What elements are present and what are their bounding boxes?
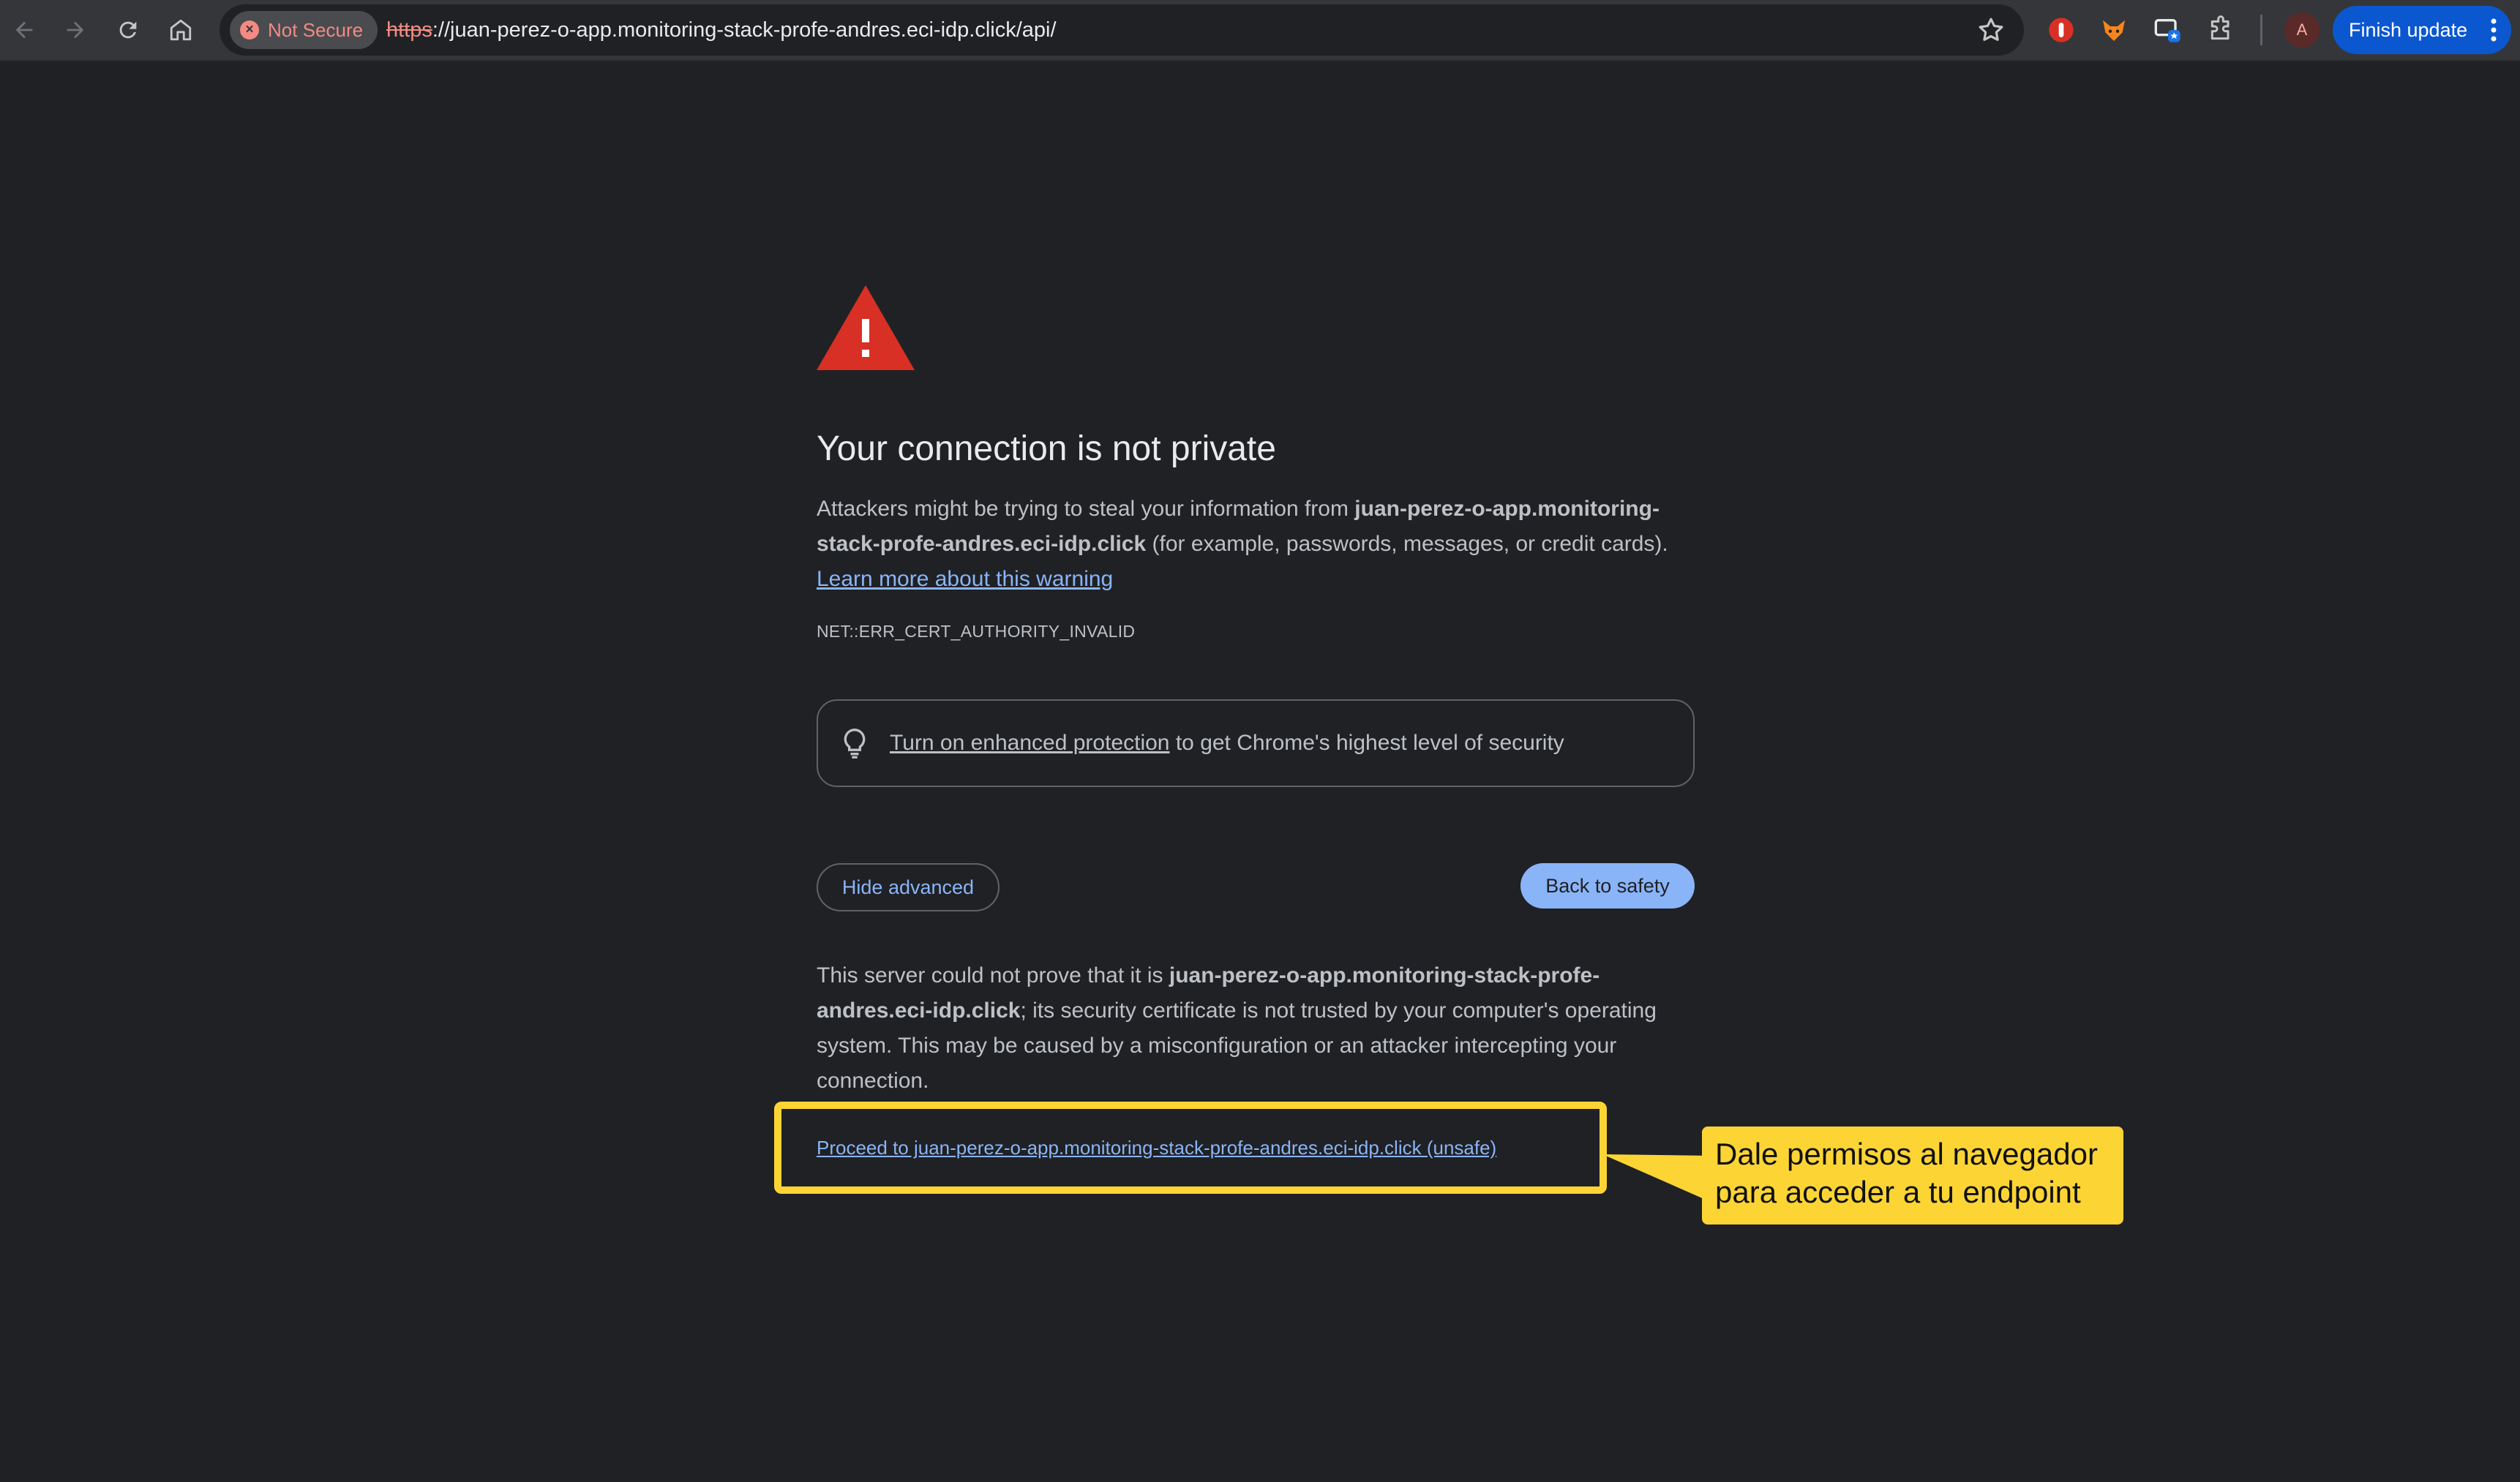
warning-paragraph: Attackers might be trying to steal your …	[817, 492, 1695, 597]
back-button[interactable]	[4, 10, 44, 50]
extension-fox-icon[interactable]	[2096, 12, 2132, 48]
toolbar-divider	[2260, 15, 2262, 45]
profile-avatar[interactable]: A	[2284, 12, 2320, 48]
callout-line-1: Dale permisos al navegador	[1715, 1137, 2098, 1171]
hide-advanced-button[interactable]: Hide advanced	[817, 863, 1000, 911]
callout-line-2: para acceder a tu endpoint	[1715, 1175, 2081, 1209]
annotation-callout: Dale permisos al navegador para acceder …	[1702, 1126, 2123, 1225]
callout-pointer	[1602, 1154, 1712, 1203]
learn-more-link[interactable]: Learn more about this warning	[817, 567, 1113, 591]
extensions-puzzle-icon[interactable]	[2202, 12, 2239, 48]
url-scheme: https	[386, 18, 432, 42]
not-secure-icon: ×	[240, 20, 259, 40]
back-icon	[15, 21, 33, 39]
enhanced-protection-box: Turn on enhanced protection to get Chrom…	[817, 699, 1695, 787]
enhanced-protection-text: Turn on enhanced protection to get Chrom…	[890, 731, 1564, 756]
details-paragraph: This server could not prove that it is j…	[817, 958, 1695, 1099]
enhanced-protection-link[interactable]: Turn on enhanced protection	[890, 731, 1170, 755]
kebab-menu-icon	[2491, 18, 2497, 42]
back-to-safety-button[interactable]: Back to safety	[1520, 863, 1695, 909]
extension-cast-icon[interactable]	[2150, 12, 2186, 48]
reload-icon	[119, 21, 137, 39]
forward-icon	[67, 21, 84, 39]
warning-text-start: Attackers might be trying to steal your …	[817, 497, 1355, 521]
lightbulb-icon	[844, 729, 866, 759]
error-code: NET::ERR_CERT_AUTHORITY_INVALID	[817, 622, 1136, 641]
details-text-start: This server could not prove that it is	[817, 963, 1169, 988]
browser-toolbar: × Not Secure https://juan-perez-o-app.mo…	[0, 0, 2520, 61]
url-text[interactable]: https://juan-perez-o-app.monitoring-stac…	[386, 4, 1057, 56]
highlight-box	[774, 1102, 1607, 1194]
reload-button[interactable]	[108, 10, 148, 50]
warning-text-end: (for example, passwords, messages, or cr…	[1146, 532, 1668, 556]
page-title: Your connection is not private	[817, 429, 1276, 468]
forward-button[interactable]	[56, 10, 95, 50]
enhanced-protection-rest: to get Chrome's highest level of securit…	[1169, 731, 1564, 755]
home-button[interactable]	[161, 10, 200, 50]
extension-adblock-icon[interactable]	[2043, 12, 2080, 48]
security-chip[interactable]: × Not Secure	[230, 11, 378, 49]
home-icon	[170, 19, 192, 41]
not-secure-label: Not Secure	[268, 18, 364, 41]
url-rest: ://juan-perez-o-app.monitoring-stack-pro…	[432, 18, 1057, 42]
bookmark-star-icon[interactable]	[1976, 15, 2006, 45]
finish-update-label: Finish update	[2349, 18, 2468, 41]
address-bar[interactable]: × Not Secure https://juan-perez-o-app.mo…	[220, 4, 2024, 56]
warning-triangle-icon	[817, 285, 915, 370]
finish-update-button[interactable]: Finish update	[2333, 6, 2511, 54]
